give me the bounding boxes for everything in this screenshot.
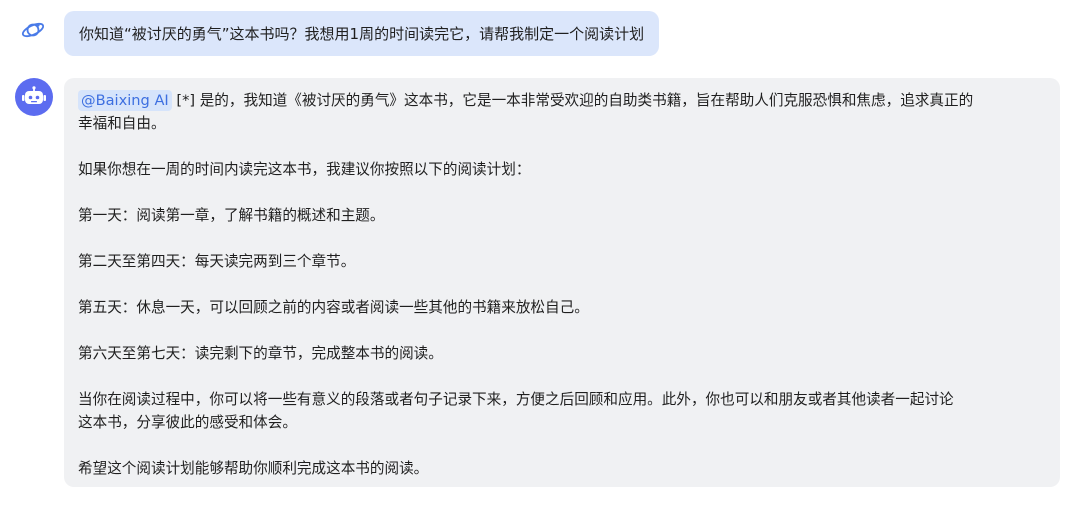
chat-page: 你知道“被讨厌的勇气”这本书吗？我想用1周的时间读完它，请帮我制定一个阅读计划 … [0, 0, 1080, 510]
reading-tips-paragraph: 当你在阅读过程中，你可以将一些有意义的段落或者句子记录下来，方便之后回顾和应用。… [78, 388, 1046, 434]
closing-line: 希望这个阅读计划能够帮助你顺利完成这本书的阅读。 [78, 460, 429, 477]
plan-day-2-4: 第二天至第四天：每天读完两到三个章节。 [78, 253, 356, 270]
bot-intro-line-1: [*] 是的，我知道《被讨厌的勇气》这本书，它是一本非常受欢迎的自助类书籍，旨在… [171, 92, 974, 109]
bot-intro-line-2: 幸福和自由。 [78, 115, 166, 132]
plan-intro: 如果你想在一周的时间内读完这本书，我建议你按照以下的阅读计划： [78, 161, 531, 178]
reading-tips-line-1: 当你在阅读过程中，你可以将一些有意义的段落或者句子记录下来，方便之后回顾和应用。… [78, 391, 954, 408]
bot-intro-paragraph: @Baixing AI [*] 是的，我知道《被讨厌的勇气》这本书，它是一本非常… [78, 89, 1046, 135]
bot-message-bubble: @Baixing AI [*] 是的，我知道《被讨厌的勇气》这本书，它是一本非常… [64, 78, 1060, 487]
reading-tips-line-2: 这本书，分享彼此的感受和体会。 [78, 414, 297, 431]
user-message-bubble: 你知道“被讨厌的勇气”这本书吗？我想用1周的时间读完它，请帮我制定一个阅读计划 [64, 11, 660, 56]
mention-tag[interactable]: @Baixing AI [78, 90, 172, 111]
planet-logo-icon [18, 15, 48, 45]
plan-day-6-7: 第六天至第七天：读完剩下的章节，完成整本书的阅读。 [78, 345, 443, 362]
robot-icon [15, 78, 53, 116]
plan-day-5: 第五天：休息一天，可以回顾之前的内容或者阅读一些其他的书籍来放松自己。 [78, 299, 589, 316]
user-message-text: 你知道“被讨厌的勇气”这本书吗？我想用1周的时间读完它，请帮我制定一个阅读计划 [79, 25, 645, 43]
plan-day-1: 第一天：阅读第一章，了解书籍的概述和主题。 [78, 207, 385, 224]
